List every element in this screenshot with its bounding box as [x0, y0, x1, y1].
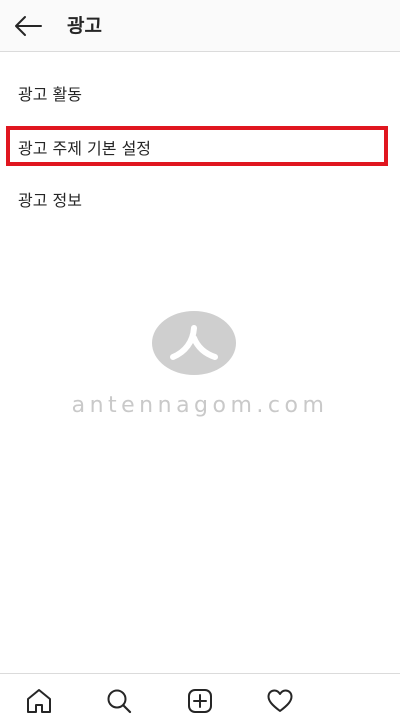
heart-icon [267, 689, 293, 712]
antennagom-logo-icon [152, 311, 236, 375]
home-icon [27, 689, 51, 713]
tab-activity[interactable] [260, 682, 300, 720]
add-post-icon [188, 689, 212, 713]
menu-item-label: 광고 활동 [18, 85, 82, 104]
search-icon [107, 689, 132, 714]
back-button[interactable] [8, 8, 48, 44]
menu-item-label: 광고 정보 [18, 191, 82, 210]
tab-add-post[interactable] [180, 682, 220, 720]
bottom-tab-bar [0, 673, 400, 727]
top-bar: 광고 [0, 0, 400, 52]
menu-item-label: 광고 주제 기본 설정 [18, 139, 152, 158]
watermark-logo [151, 310, 237, 380]
tab-search[interactable] [99, 682, 139, 720]
watermark-text: antennagom.com [71, 393, 329, 418]
ad-settings-screen: 광고 광고 활동 광고 주제 기본 설정 광고 정보 antennagom.co… [0, 0, 400, 727]
arrow-left-icon [15, 16, 42, 36]
page-title: 광고 [67, 15, 102, 37]
menu-item-ad-info[interactable]: 광고 정보 [0, 174, 400, 224]
menu-item-ad-topic-preferences[interactable]: 광고 주제 기본 설정 [0, 122, 400, 172]
tab-home[interactable] [19, 682, 59, 720]
menu-item-ad-activity[interactable]: 광고 활동 [0, 68, 400, 118]
